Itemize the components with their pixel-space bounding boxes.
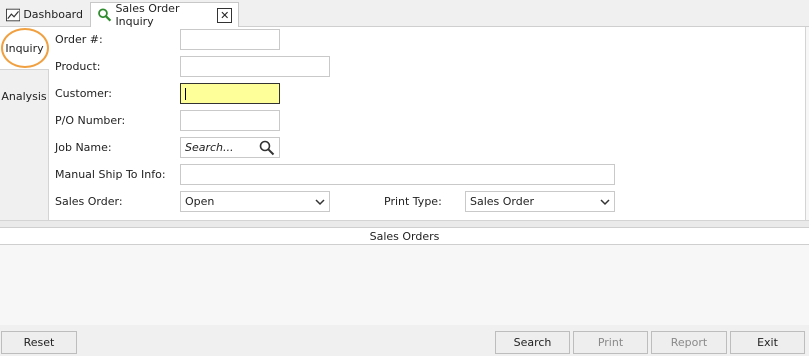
search-button[interactable]: Search	[495, 331, 570, 354]
sales-orders-grid[interactable]	[0, 245, 809, 325]
order-number-label: Order #:	[55, 33, 103, 46]
search-icon[interactable]	[259, 140, 275, 156]
inquiry-form: Order #: Product: Customer: P/O Number: …	[49, 27, 806, 220]
report-button[interactable]: Report	[651, 331, 727, 354]
chevron-down-icon	[315, 199, 325, 206]
order-number-field[interactable]	[180, 29, 280, 50]
po-number-field[interactable]	[180, 110, 280, 131]
text-caret	[185, 87, 186, 100]
sales-orders-title: Sales Orders	[369, 229, 440, 243]
reset-button[interactable]: Reset	[1, 331, 77, 354]
chart-icon	[6, 8, 21, 21]
sales-order-label: Sales Order:	[55, 195, 123, 208]
side-tab-inquiry-label: Inquiry	[5, 41, 44, 55]
side-tab-filler	[0, 123, 49, 220]
print-type-label: Print Type:	[384, 195, 442, 208]
close-icon[interactable]: ✕	[217, 7, 232, 23]
sales-order-select[interactable]: Open	[180, 191, 330, 212]
sales-orders-grid-header: Sales Orders	[0, 227, 809, 245]
po-number-label: P/O Number:	[55, 114, 126, 127]
side-tab-inquiry[interactable]: Inquiry	[0, 27, 49, 69]
manual-ship-to-field[interactable]	[180, 164, 615, 185]
sales-order-value: Open	[185, 195, 215, 208]
side-tab-analysis[interactable]: Analysis	[0, 69, 49, 123]
customer-label: Customer:	[55, 87, 112, 100]
chevron-down-icon	[600, 199, 610, 206]
sales-order-inquiry-window: Dashboard Sales Order Inquiry ✕ Inquiry …	[0, 0, 809, 356]
tab-sales-order-inquiry-label: Sales Order Inquiry	[115, 2, 180, 28]
tab-sales-order-inquiry[interactable]: Sales Order Inquiry ✕	[90, 2, 239, 28]
print-type-value: Sales Order	[470, 195, 535, 208]
tab-strip: Dashboard Sales Order Inquiry ✕	[0, 0, 809, 28]
manual-ship-to-label: Manual Ship To Info:	[55, 168, 166, 181]
tab-dashboard-label: Dashboard	[23, 8, 83, 21]
product-field[interactable]	[180, 56, 330, 77]
job-name-search-field[interactable]: Search...	[180, 137, 280, 158]
product-label: Product:	[55, 60, 101, 73]
job-name-placeholder: Search...	[185, 141, 234, 154]
print-type-select[interactable]: Sales Order	[465, 191, 615, 212]
print-button[interactable]: Print	[573, 331, 648, 354]
customer-field[interactable]	[180, 83, 280, 104]
splitter[interactable]	[0, 220, 809, 227]
magnifier-icon	[98, 8, 112, 22]
side-tab-analysis-label: Analysis	[1, 90, 47, 103]
exit-button[interactable]: Exit	[730, 331, 805, 354]
button-bar: Reset Search Print Report Exit	[0, 325, 809, 356]
tab-dashboard[interactable]: Dashboard	[0, 2, 89, 27]
job-name-label: Job Name:	[55, 141, 112, 154]
